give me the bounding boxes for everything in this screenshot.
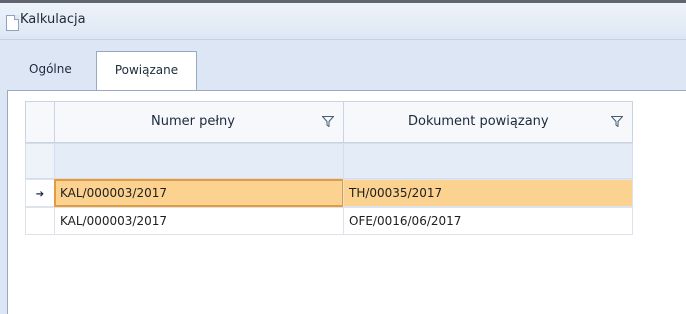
cell-numer-pelny[interactable]: KAL/000003/2017 [54, 179, 344, 207]
filter-cell-numer-pelny[interactable] [54, 143, 344, 179]
column-header-dokument-powiazany[interactable]: Dokument powiązany [343, 101, 633, 143]
window-titlebar: Kalkulacja [0, 3, 686, 40]
tab-content-panel: Numer pełny Dokument powiązany ➔ KAL/000… [7, 90, 686, 314]
column-header-label: Dokument powiązany [408, 114, 549, 129]
document-icon [6, 15, 19, 31]
row-indicator-header [25, 101, 55, 143]
column-header-numer-pelny[interactable]: Numer pełny [54, 101, 344, 143]
window-title: Kalkulacja [20, 12, 86, 27]
cell-dokument-powiazany[interactable]: OFE/0016/06/2017 [343, 207, 633, 235]
cell-dokument-powiazany[interactable]: TH/00035/2017 [343, 179, 633, 207]
tab-strip: Ogólne Powiązane [0, 51, 686, 91]
row-indicator: ➔ [25, 179, 55, 207]
kalkulacja-window: Kalkulacja Ogólne Powiązane Numer pełny … [0, 3, 686, 314]
column-header-label: Numer pełny [151, 114, 235, 129]
filter-row-indicator [25, 143, 55, 179]
row-indicator [25, 207, 55, 235]
tab-powiazane[interactable]: Powiązane [96, 51, 197, 91]
funnel-icon[interactable] [322, 116, 334, 127]
filter-cell-dokument-powiazany[interactable] [343, 143, 633, 179]
tab-ogolne[interactable]: Ogólne [20, 51, 81, 89]
cell-numer-pelny[interactable]: KAL/000003/2017 [54, 207, 344, 235]
current-row-arrow-icon: ➔ [35, 189, 45, 200]
funnel-icon[interactable] [611, 116, 623, 127]
